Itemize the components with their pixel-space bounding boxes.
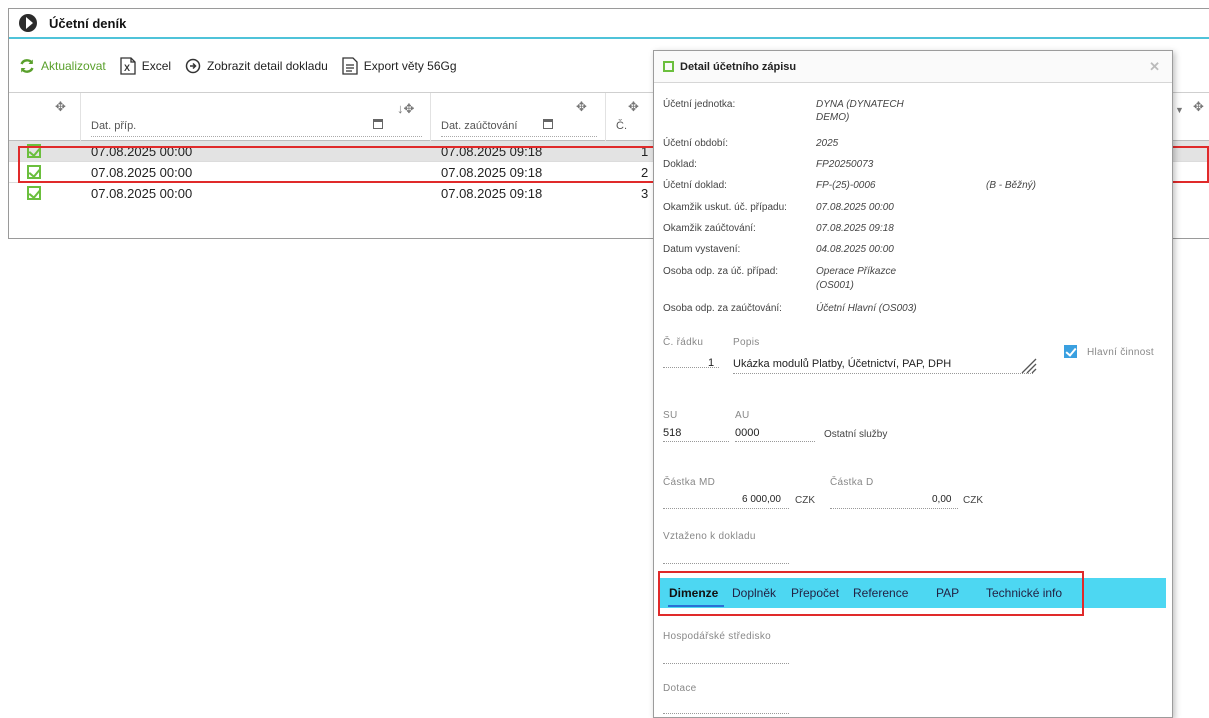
amount-d-currency: CZK	[963, 495, 983, 506]
cost-center-label: Hospodářské středisko	[663, 631, 772, 642]
app-logo-icon	[19, 14, 37, 32]
sort-move-icon[interactable]: ↓✥	[397, 101, 414, 117]
check-icon	[663, 61, 674, 72]
field-value: 04.08.2025 00:00	[816, 244, 894, 255]
column-header-extra[interactable]: ▼ ✥	[1169, 93, 1209, 141]
su-field[interactable]	[663, 441, 729, 442]
field-value: 2025	[816, 138, 839, 149]
field-value: 07.08.2025 00:00	[816, 202, 894, 213]
excel-button[interactable]: X Excel	[120, 56, 172, 75]
field-value: Operace Příkazce	[816, 266, 897, 277]
amount-d-field[interactable]	[830, 508, 958, 509]
window-title: Účetní deník	[49, 15, 127, 31]
field-label: Okamžik zaúčtování:	[663, 223, 756, 234]
filter-line[interactable]	[441, 136, 597, 137]
field-label: Doklad:	[663, 159, 697, 170]
field-value: FP-(25)-0006	[816, 180, 876, 191]
amount-md-field[interactable]	[663, 508, 789, 509]
close-icon[interactable]: ✕	[1149, 59, 1160, 75]
column-label: Č.	[616, 120, 627, 132]
main-activity-checkbox[interactable]	[1064, 345, 1077, 358]
refresh-button[interactable]: Aktualizovat	[19, 58, 106, 74]
main-activity-label: Hlavní činnost	[1087, 347, 1155, 358]
excel-label: Excel	[141, 58, 172, 73]
move-icon[interactable]: ✥	[628, 99, 639, 115]
resize-handle-icon[interactable]	[1018, 355, 1038, 378]
calendar-icon[interactable]	[543, 119, 553, 129]
cost-center-field[interactable]	[663, 663, 789, 664]
dialog-titlebar: Detail účetního zápisu ✕	[654, 51, 1172, 83]
field-value: FP20250073	[816, 159, 874, 170]
field-label: Účetní jednotka:	[663, 99, 736, 110]
field-value: DEMO)	[816, 112, 850, 123]
au-field[interactable]	[735, 441, 815, 442]
excel-file-icon: X	[120, 56, 136, 75]
calendar-icon[interactable]	[373, 119, 383, 129]
cell-dat-prip: 07.08.2025 00:00	[91, 186, 193, 201]
svg-text:X: X	[124, 63, 130, 73]
window-titlebar: Účetní deník	[9, 9, 1209, 39]
description-field[interactable]	[733, 373, 1033, 374]
dialog-title: Detail účetního zápisu	[680, 60, 797, 73]
dropdown-icon[interactable]: ▼	[1175, 105, 1184, 115]
tabs-highlight-box	[658, 571, 1084, 616]
field-label: Účetní doklad:	[663, 180, 727, 191]
field-label: Osoba odp. za úč. případ:	[663, 266, 779, 277]
cell-c: 3	[641, 186, 649, 201]
su-label: SU	[663, 410, 678, 421]
column-header-c[interactable]: Č. ✥	[606, 93, 656, 141]
subsidy-label: Dotace	[663, 683, 697, 694]
field-value-extra: (B - Běžný)	[986, 180, 1037, 191]
field-label: Datum vystavení:	[663, 244, 741, 255]
field-value: (OS001)	[816, 280, 854, 291]
column-label: Dat. příp.	[91, 120, 137, 132]
amount-md-currency: CZK	[795, 495, 815, 506]
field-label: Osoba odp. za zaúčtování:	[663, 303, 782, 314]
amount-d-label: Částka D	[830, 477, 874, 488]
move-icon[interactable]: ✥	[55, 99, 66, 115]
related-document-field[interactable]	[663, 563, 789, 564]
select-column-header: ✥	[9, 93, 81, 141]
move-icon[interactable]: ✥	[576, 99, 587, 115]
show-document-detail-button[interactable]: Zobrazit detail dokladu	[185, 58, 328, 74]
amount-md-label: Částka MD	[663, 477, 716, 488]
arrow-circle-icon	[185, 58, 201, 74]
field-value: DYNA (DYNATECH	[816, 99, 904, 110]
amount-d-value: 0,00	[932, 494, 952, 505]
su-value: 518	[663, 427, 682, 439]
filter-line[interactable]	[91, 136, 422, 137]
account-name: Ostatní služby	[824, 429, 888, 440]
line-number-field[interactable]	[663, 367, 719, 368]
field-value: 07.08.2025 09:18	[816, 223, 894, 234]
au-value: 0000	[735, 427, 760, 439]
move-icon[interactable]: ✥	[1193, 99, 1204, 115]
document-icon	[342, 56, 358, 75]
subsidy-field[interactable]	[663, 713, 789, 714]
export-label: Export věty 56Gg	[363, 58, 457, 73]
amount-md-value: 6 000,00	[742, 494, 781, 505]
related-document-label: Vztaženo k dokladu	[663, 531, 756, 542]
entry-detail-dialog: Detail účetního zápisu ✕ Účetní jednotka…	[653, 50, 1173, 718]
show-document-detail-label: Zobrazit detail dokladu	[207, 58, 328, 73]
au-label: AU	[735, 410, 750, 421]
refresh-icon	[19, 58, 35, 74]
column-header-dat-prip[interactable]: Dat. příp. ↓✥	[81, 93, 431, 141]
check-icon[interactable]	[27, 186, 41, 200]
description-label: Popis	[733, 337, 760, 348]
refresh-label: Aktualizovat	[41, 58, 106, 73]
field-label: Okamžik uskut. úč. případu:	[663, 202, 787, 213]
column-header-dat-zauct[interactable]: Dat. zaúčtování ✥	[431, 93, 606, 141]
field-label: Účetní období:	[663, 138, 729, 149]
export-button[interactable]: Export věty 56Gg	[342, 56, 457, 75]
cell-dat-zauct: 07.08.2025 09:18	[441, 186, 543, 201]
line-number-label: Č. řádku	[663, 337, 704, 348]
description-value: Ukázka modulů Platby, Účetnictví, PAP, D…	[733, 358, 952, 370]
field-value: Účetní Hlavní (OS003)	[816, 303, 917, 314]
column-label: Dat. zaúčtování	[441, 120, 518, 132]
